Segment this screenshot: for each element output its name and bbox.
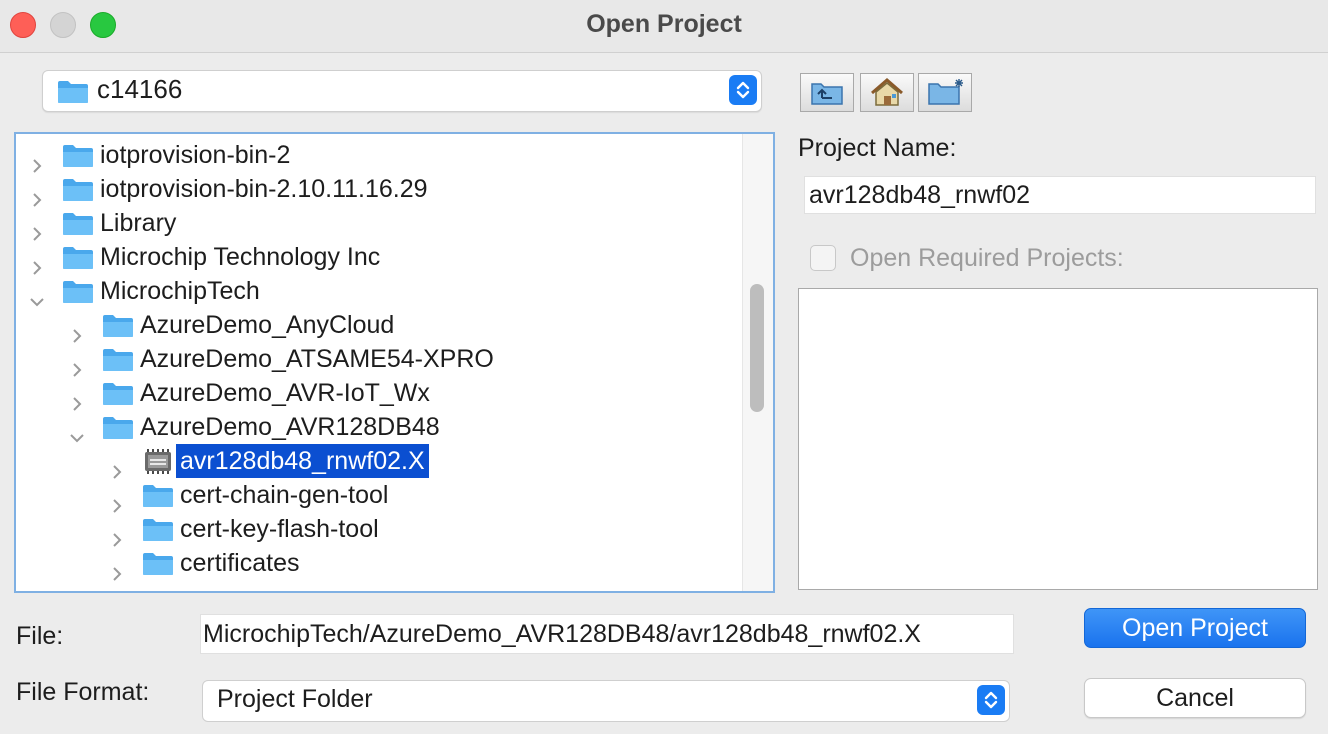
file-format-combo[interactable]: Project Folder [202, 680, 1010, 722]
up-folder-button[interactable] [800, 73, 854, 112]
chevron-right-icon[interactable] [70, 318, 84, 343]
project-name-field[interactable]: avr128db48_rnwf02 [804, 176, 1316, 214]
location-combo[interactable]: c14166 [42, 70, 762, 112]
chevron-right-icon[interactable] [110, 488, 124, 513]
tree-row[interactable]: MicrochipTech [16, 274, 736, 308]
tree-row[interactable]: AzureDemo_AVR128DB48 [16, 410, 736, 444]
tree-row-label: MicrochipTech [100, 277, 260, 305]
file-label: File: [16, 622, 64, 650]
tree-row-label: AzureDemo_AVR128DB48 [140, 413, 440, 441]
tree-row-label: AzureDemo_ATSAME54-XPRO [140, 345, 494, 373]
cancel-button[interactable]: Cancel [1084, 678, 1306, 718]
window-title: Open Project [586, 10, 742, 38]
tree-row-label: AzureDemo_AnyCloud [140, 311, 395, 339]
new-folder-button[interactable] [918, 73, 972, 112]
file-format-stepper[interactable] [977, 685, 1005, 715]
new-folder-icon [928, 79, 963, 105]
home-button[interactable] [860, 73, 914, 112]
tree-scrollbar-thumb[interactable] [750, 284, 764, 412]
chevron-right-icon[interactable] [70, 386, 84, 411]
open-required-projects-checkbox[interactable] [810, 245, 836, 271]
tree-row-label: AzureDemo_AVR-IoT_Wx [140, 379, 430, 407]
tree-row[interactable]: Microchip Technology Inc [16, 240, 736, 275]
tree-row-label: certificates [180, 549, 300, 577]
location-combo-value: c14166 [97, 74, 183, 104]
file-path-field[interactable]: MicrochipTech/AzureDemo_AVR128DB48/avr12… [200, 614, 1014, 654]
chevron-right-icon[interactable] [110, 556, 124, 581]
tree-row-label: iotprovision-bin-2.10.11.16.29 [100, 175, 428, 203]
tree-row[interactable]: AzureDemo_AnyCloud [16, 308, 736, 343]
chevron-right-icon[interactable] [30, 182, 44, 207]
file-format-value: Project Folder [217, 685, 373, 713]
tree-row[interactable]: certificates [16, 546, 736, 581]
tree-row[interactable]: iotprovision-bin-2.10.11.16.29 [16, 172, 736, 207]
chevron-right-icon[interactable] [30, 250, 44, 275]
chevron-right-icon[interactable] [30, 148, 44, 173]
up-folder-icon [811, 83, 843, 105]
tree-row[interactable]: iotprovision-bin-2 [16, 138, 736, 173]
file-format-label: File Format: [16, 678, 150, 706]
tree-row-label: Microchip Technology Inc [100, 243, 381, 271]
required-projects-list[interactable] [798, 288, 1318, 590]
tree-row-label: Library [100, 209, 177, 237]
tree-row-label: iotprovision-bin-2 [100, 141, 291, 169]
folder-icon [142, 551, 174, 585]
tree-row-label: cert-chain-gen-tool [180, 481, 389, 509]
chevron-right-icon[interactable] [110, 454, 124, 479]
title-bar: Open Project [0, 0, 1328, 53]
open-project-button[interactable]: Open Project [1084, 608, 1306, 648]
chevron-down-icon[interactable] [70, 420, 84, 443]
folder-tree[interactable]: iotprovision-bin-2 iotprovision-bin-2.10.… [14, 132, 775, 593]
chevron-right-icon[interactable] [70, 352, 84, 377]
home-icon [871, 78, 903, 106]
tree-row[interactable]: cert-key-flash-tool [16, 512, 736, 547]
chevron-down-icon[interactable] [30, 284, 44, 307]
chevron-right-icon[interactable] [110, 522, 124, 547]
open-required-projects-label: Open Required Projects: [850, 244, 1124, 272]
file-path-value: MicrochipTech/AzureDemo_AVR128DB48/avr12… [203, 620, 921, 648]
tree-row[interactable]: avr128db48_rnwf02.X [16, 444, 736, 479]
tree-row[interactable]: cert-chain-gen-tool [16, 478, 736, 513]
tree-row[interactable]: AzureDemo_ATSAME54-XPRO [16, 342, 736, 377]
tree-scrollbar[interactable] [742, 134, 773, 591]
tree-row-label: cert-key-flash-tool [180, 515, 379, 543]
tree-row[interactable]: AzureDemo_AVR-IoT_Wx [16, 376, 736, 411]
location-combo-stepper[interactable] [729, 75, 757, 105]
up-down-chevron-icon [984, 691, 998, 709]
tree-row-label: avr128db48_rnwf02.X [176, 444, 429, 478]
folder-icon [58, 81, 88, 103]
tree-row[interactable]: Library [16, 206, 736, 241]
project-name-label: Project Name: [798, 134, 957, 162]
up-down-chevron-icon [736, 81, 750, 99]
chevron-right-icon[interactable] [30, 216, 44, 241]
